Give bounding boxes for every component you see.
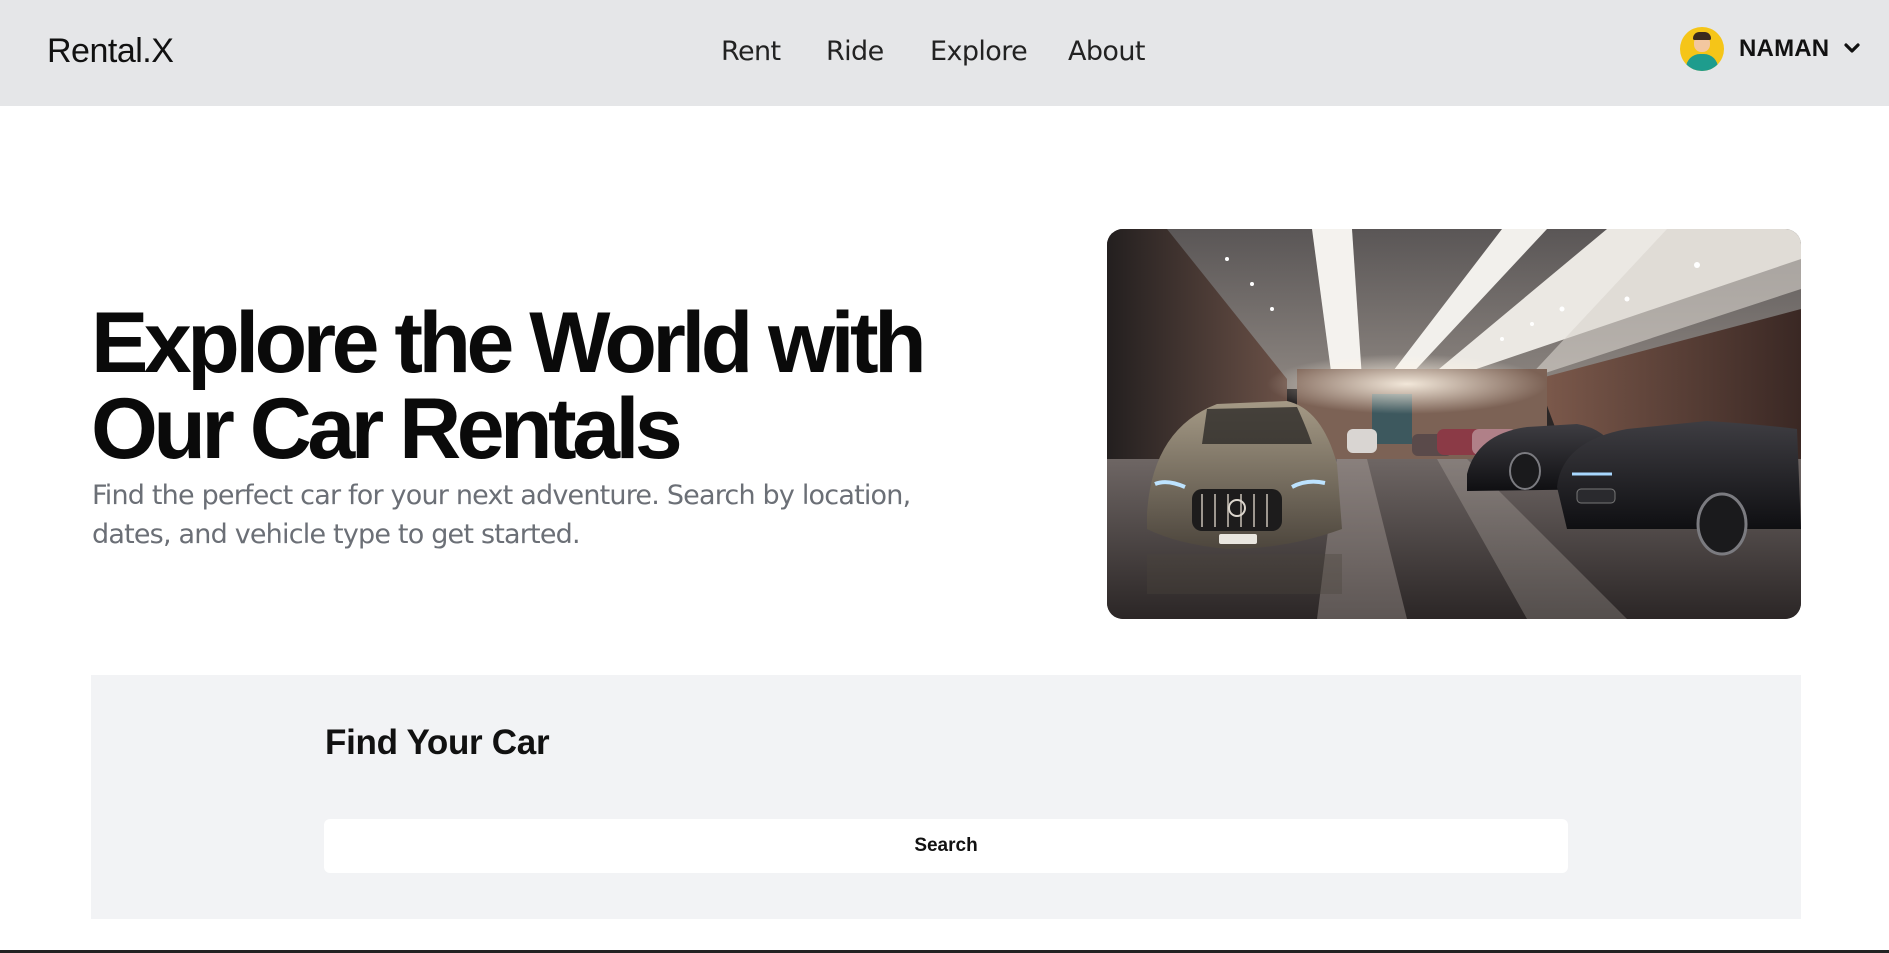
showroom-cars-image bbox=[1107, 229, 1801, 619]
find-car-section: Find Your Car Search bbox=[91, 675, 1801, 919]
top-navbar: Rental.X Rent Ride Explore About NAMAN bbox=[0, 0, 1889, 106]
user-menu[interactable]: NAMAN bbox=[1680, 27, 1860, 71]
find-car-heading: Find Your Car bbox=[325, 723, 550, 762]
search-button[interactable]: Search bbox=[324, 819, 1568, 873]
main-nav: Rent Ride Explore About bbox=[0, 36, 1889, 76]
user-name[interactable]: NAMAN bbox=[1739, 35, 1829, 63]
chevron-down-icon[interactable] bbox=[1843, 39, 1861, 57]
nav-link-ride[interactable]: Ride bbox=[826, 36, 884, 67]
nav-link-explore[interactable]: Explore bbox=[930, 36, 1028, 67]
nav-link-about[interactable]: About bbox=[1068, 36, 1145, 67]
user-avatar-icon[interactable] bbox=[1680, 27, 1724, 71]
hero-title: Explore the World with Our Car Rentals bbox=[91, 295, 927, 477]
nav-link-rent[interactable]: Rent bbox=[721, 36, 781, 67]
hero-subtitle: Find the perfect car for your next adven… bbox=[92, 480, 911, 550]
